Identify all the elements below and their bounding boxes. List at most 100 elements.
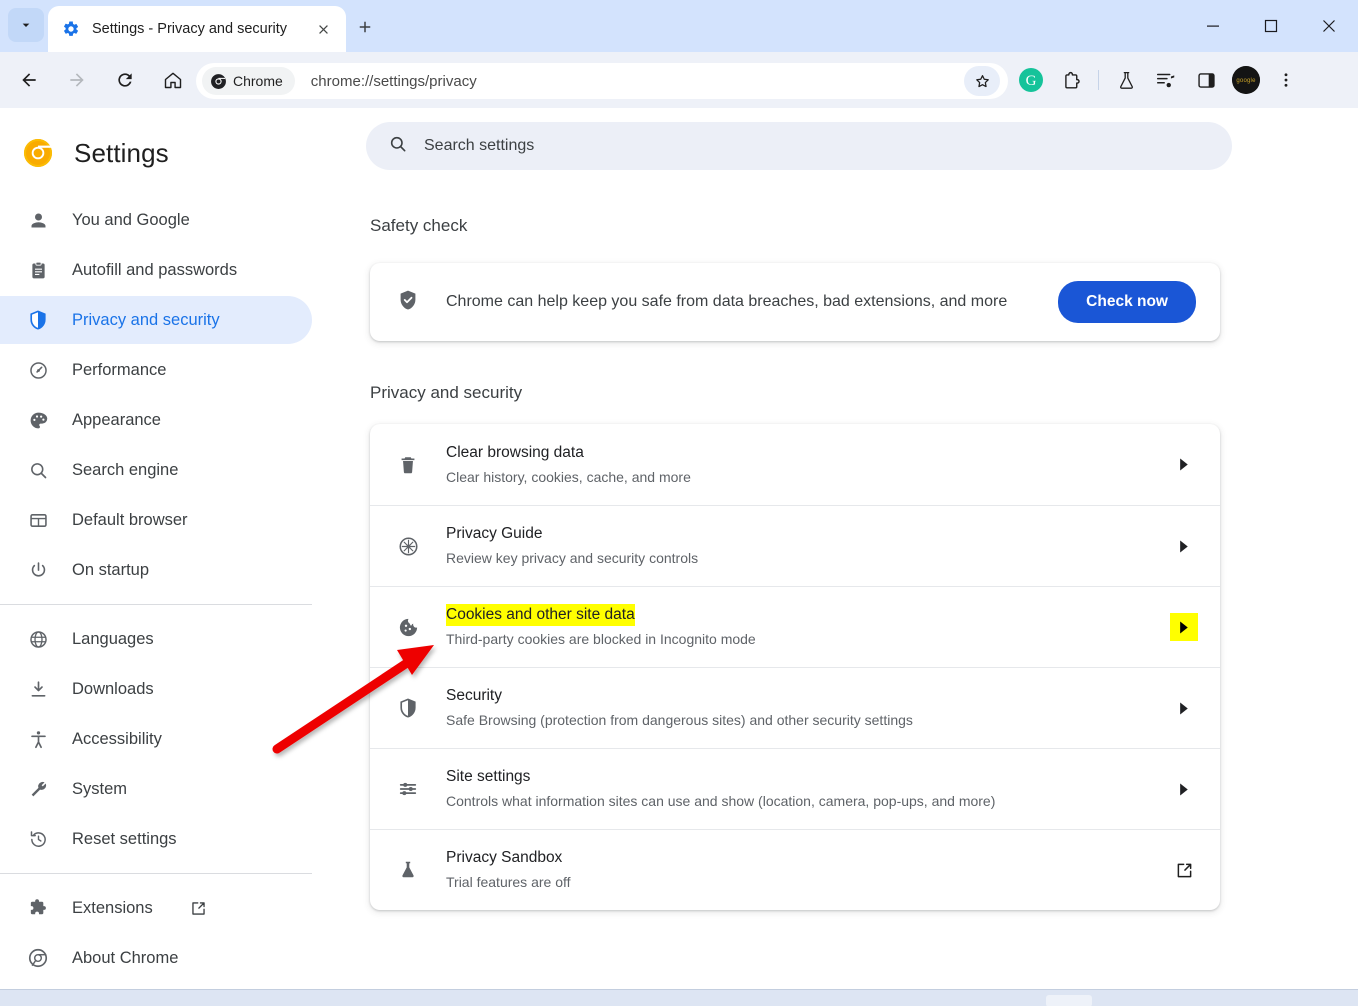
settings-sidebar: Settings You and Google [0,108,330,989]
settings-gear-favicon [62,20,80,38]
wrench-icon [26,777,50,801]
sidebar-divider [0,604,312,605]
grammarly-extension-icon[interactable]: G [1012,61,1050,99]
sidebar-item-label: On startup [72,561,149,580]
sidebar-item-label: Performance [72,361,166,380]
toolbar-icons: G [1012,52,1305,108]
origin-chip-label: Chrome [233,73,283,89]
tab-close-icon[interactable] [310,16,336,42]
sidebar-item-label: Accessibility [72,730,162,749]
safety-check-row: Chrome can help keep you safe from data … [370,263,1220,341]
forward-button[interactable] [58,61,96,99]
plus-icon [356,18,374,36]
home-button[interactable] [154,61,192,99]
privacy-row-security[interactable]: Security Safe Browsing (protection from … [370,667,1220,748]
profile-avatar[interactable]: google [1227,61,1265,99]
privacy-row-title: Cookies and other site data [446,604,635,626]
address-bar-url: chrome://settings/privacy [311,73,964,90]
privacy-row-clear-browsing-data[interactable]: Clear browsing data Clear history, cooki… [370,424,1220,505]
browser-window-icon [26,508,50,532]
browser-window: Settings - Privacy and security [0,0,1358,1006]
tune-sliders-icon [396,777,420,801]
chrome-logo-icon [26,946,50,970]
sidebar-item-on-startup[interactable]: On startup [0,546,312,594]
shield-icon [396,696,420,720]
media-controls-icon[interactable] [1147,61,1185,99]
privacy-row-subtitle: Trial features are off [446,871,1144,893]
browser-toolbar: Chrome chrome://settings/privacy G [0,52,1358,108]
sidebar-item-system[interactable]: System [0,765,312,813]
sidebar-item-you-and-google[interactable]: You and Google [0,196,312,244]
side-panel-icon[interactable] [1187,61,1225,99]
sidebar-item-default-browser[interactable]: Default browser [0,496,312,544]
external-link-icon[interactable] [1170,860,1198,881]
privacy-row-subtitle: Clear history, cookies, cache, and more [446,466,1144,488]
search-input[interactable]: Search settings [366,122,1232,170]
chevron-right-icon[interactable] [1170,613,1198,641]
forward-arrow-icon [67,70,87,90]
sidebar-item-label: Autofill and passwords [72,261,237,280]
puzzle-piece-icon [26,896,50,920]
external-link-icon[interactable] [189,899,208,918]
chevron-right-icon[interactable] [1170,540,1198,553]
svg-text:google: google [1236,78,1256,84]
chevron-right-icon[interactable] [1170,702,1198,715]
shield-icon [26,308,50,332]
privacy-row-site-settings[interactable]: Site settings Controls what information … [370,748,1220,829]
tab-strip: Settings - Privacy and security [0,0,1358,52]
origin-chip[interactable]: Chrome [202,67,295,95]
address-bar[interactable]: Chrome chrome://settings/privacy [196,63,1008,99]
browser-tab[interactable]: Settings - Privacy and security [48,6,346,52]
sidebar-item-downloads[interactable]: Downloads [0,665,312,713]
power-icon [26,558,50,582]
flask-icon [396,858,420,882]
sidebar-item-autofill-and-passwords[interactable]: Autofill and passwords [0,246,312,294]
chevron-right-icon[interactable] [1170,458,1198,471]
tab-search-button[interactable] [8,8,44,42]
sidebar-item-extensions[interactable]: Extensions [0,884,312,932]
accessibility-icon [26,727,50,751]
download-icon [26,677,50,701]
privacy-and-security-card: Clear browsing data Clear history, cooki… [370,424,1220,910]
clipboard-icon [26,258,50,282]
sidebar-item-appearance[interactable]: Appearance [0,396,312,444]
sidebar-item-languages[interactable]: Languages [0,615,312,663]
sidebar-item-label: Downloads [72,680,154,699]
privacy-row-subtitle: Review key privacy and security controls [446,547,1144,569]
sidebar-item-accessibility[interactable]: Accessibility [0,715,312,763]
close-window-button[interactable] [1300,0,1358,52]
shield-check-icon [396,288,420,317]
bookmark-star-icon[interactable] [964,66,1000,96]
reload-icon [115,70,135,90]
privacy-row-privacy-guide[interactable]: Privacy Guide Review key privacy and sec… [370,505,1220,586]
sidebar-item-performance[interactable]: Performance [0,346,312,394]
sidebar-item-about-chrome[interactable]: About Chrome [0,934,312,982]
tab-title: Settings - Privacy and security [92,21,298,37]
minimize-button[interactable] [1184,0,1242,52]
extensions-icon[interactable] [1052,61,1090,99]
reload-button[interactable] [106,61,144,99]
privacy-row-subtitle: Controls what information sites can use … [446,790,1144,812]
maximize-button[interactable] [1242,0,1300,52]
chevron-right-icon[interactable] [1170,783,1198,796]
taskbar-edge [0,989,1358,1006]
sidebar-item-label: Languages [72,630,154,649]
check-now-button[interactable]: Check now [1058,281,1196,323]
sidebar-item-search-engine[interactable]: Search engine [0,446,312,494]
safety-check-text: Chrome can help keep you safe from data … [446,293,1032,311]
settings-page: Settings You and Google [0,108,1358,989]
sidebar-nav: You and Google Autofill and passwords [0,196,330,982]
new-tab-button[interactable] [350,12,380,42]
sidebar-item-privacy-and-security[interactable]: Privacy and security [0,296,312,344]
three-dot-menu-icon[interactable] [1267,61,1305,99]
back-button[interactable] [10,61,48,99]
experiments-flask-icon[interactable] [1107,61,1145,99]
sidebar-item-label: Extensions [72,899,153,918]
search-icon [388,134,408,159]
privacy-row-cookies-and-other-site-data[interactable]: Cookies and other site data Third-party … [370,586,1220,667]
back-arrow-icon [19,70,39,90]
sidebar-item-reset-settings[interactable]: Reset settings [0,815,312,863]
sidebar-item-label: Search engine [72,461,178,480]
chrome-logo-icon [210,73,227,90]
privacy-row-privacy-sandbox[interactable]: Privacy Sandbox Trial features are off [370,829,1220,910]
